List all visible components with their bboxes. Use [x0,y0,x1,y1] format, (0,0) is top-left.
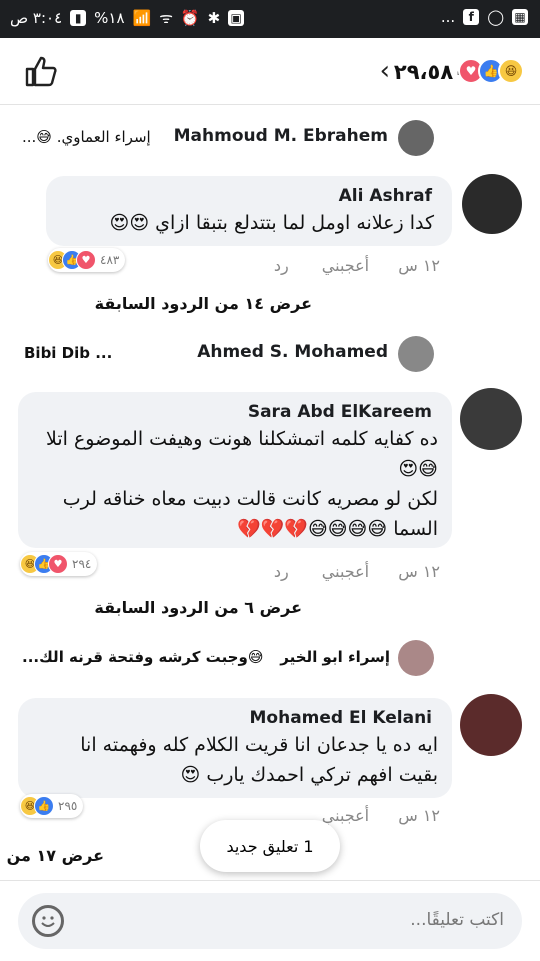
reply-author: Ahmed S. Mohamed [197,342,388,362]
reaction-icons[interactable]: ♥ 👍 😆 [458,58,524,84]
view-previous-replies[interactable]: عرض ٦ من الردود السابقة [94,598,302,617]
time-label: ٣:٠٤ ص [10,9,63,27]
comment-reactions[interactable]: 😆 👍 ♥ ٤٨٣ [48,248,126,272]
comment-bubble: Mohamed El Kelani ايه ده يا جدعان انا قر… [18,698,452,798]
notification-icon: ▣ [228,10,245,26]
whatsapp-icon: ◯ [487,8,504,26]
view-previous-replies[interactable]: عرض ١٧ من [7,846,104,865]
gallery-icon: ▦ [512,9,528,25]
like-link[interactable]: أعجبني [322,806,369,825]
reply-preview-text: Bibi Dib ... [24,344,113,362]
chevron-back-icon[interactable]: ‹ [380,56,390,86]
comment-author[interactable]: Ali Ashraf [339,186,432,206]
reply-preview-text: إسراء العماوي. 😅... [22,128,151,146]
comment-time: ١٢ س [398,256,440,275]
comment-meta: ١٢ س أعجبني [322,806,440,825]
avatar[interactable] [460,388,522,450]
comment-bubble: Sara Abd ElKareem ده كفايه كلمه اتمشكلنا… [18,392,452,548]
battery-percent: %١٨ [94,9,125,27]
signal-icon: 📶 [132,9,152,27]
avatar[interactable] [462,174,522,234]
wifi-icon: ᯤ [159,9,173,27]
comment-line: ايه ده يا جدعان انا قريت الكلام كله وفهم… [80,734,438,756]
reply-link[interactable]: رد [274,256,289,275]
bluetooth-icon: ✱ [207,9,221,27]
haha-icon: 😆 [498,58,524,84]
comment-time: ١٢ س [398,562,440,581]
reply-preview[interactable]: Ahmed S. Mohamed [197,342,388,362]
avatar[interactable] [398,336,434,372]
comment-line: لكن لو مصريه كانت قالت دبيت معاه خناقه ل… [62,488,438,540]
comment-reactions[interactable]: 😆 👍 ٢٩٥ [20,794,84,818]
reply-text: 😅وجبت كرشه وفتحة قرنه الك... [22,648,263,666]
comment-text: ايه ده يا جدعان انا قريت الكلام كله وفهم… [28,730,438,790]
comment-input[interactable]: اكتب تعليقًا... [18,893,522,949]
reactions-count[interactable]: ٢٩،٥٨٠ [394,60,466,84]
reply-author: إسراء ابو الخير [280,648,390,666]
reaction-count: ٢٩٤ [72,557,92,571]
battery-icon: ▮ [70,10,87,26]
toast-label: 1 تعليق جديد [226,836,314,856]
like-link[interactable]: أعجبني [322,562,369,581]
comment-meta: ١٢ س أعجبني رد [274,562,440,581]
reply-text: إسراء العماوي. 😅... [22,128,151,146]
view-previous-replies[interactable]: عرض ١٤ من الردود السابقة [95,294,312,313]
comment-reactions[interactable]: 😆 👍 ♥ ٢٩٤ [20,552,98,576]
like-icon: 👍 [34,796,54,816]
smiley-icon[interactable] [32,905,64,937]
reply-preview-text: 😅وجبت كرشه وفتحة قرنه الك... [22,648,264,666]
comment-composer: اكتب تعليقًا... [0,880,540,961]
status-bar: ٣:٠٤ ص ▮ %١٨ 📶 ᯤ ⏰ ✱ ▣ ... f ◯ ▦ [0,0,540,38]
comment-text: كدا زعلانه اومل لما بتتدلع بتبقا ازاي 😍😍 [109,212,434,234]
like-link[interactable]: أعجبني [322,256,369,275]
reply-text: Bibi Dib ... [24,344,112,362]
comment-meta: ١٢ س أعجبني رد [274,256,440,275]
reactions-header: ‹ ٢٩،٥٨٠ ♥ 👍 😆 [0,38,540,105]
love-icon: ♥ [76,250,96,270]
comment-time: ١٢ س [398,806,440,825]
comment-author[interactable]: Mohamed El Kelani [250,708,433,728]
reaction-count: ٤٨٣ [100,253,120,267]
comment-line: بقيت افهم تركي احمدك يارب 😍 [180,764,439,786]
reply-author: Mahmoud M. Ebrahem [173,126,388,146]
more-label: ... [440,8,456,26]
avatar[interactable] [398,640,434,676]
love-icon: ♥ [48,554,68,574]
like-outline-icon[interactable] [24,54,58,88]
new-comment-toast[interactable]: 1 تعليق جديد [200,820,340,872]
comment-author[interactable]: Sara Abd ElKareem [248,402,432,422]
alarm-icon: ⏰ [180,9,200,27]
comment-text: ده كفايه كلمه اتمشكلنا هونت وهيفت الموضو… [28,424,438,544]
facebook-icon: f [463,9,480,25]
reply-link[interactable]: رد [274,562,289,581]
avatar[interactable] [398,120,434,156]
comment-bubble: Ali Ashraf كدا زعلانه اومل لما بتتدلع بت… [46,176,452,246]
reply-preview[interactable]: إسراء ابو الخير [280,648,390,666]
reply-preview[interactable]: Mahmoud M. Ebrahem [174,126,388,146]
comment-placeholder: اكتب تعليقًا... [410,910,504,930]
comment-line: ده كفايه كلمه اتمشكلنا هونت وهيفت الموضو… [46,428,438,480]
reaction-count: ٢٩٥ [58,799,78,813]
avatar[interactable] [460,694,522,756]
